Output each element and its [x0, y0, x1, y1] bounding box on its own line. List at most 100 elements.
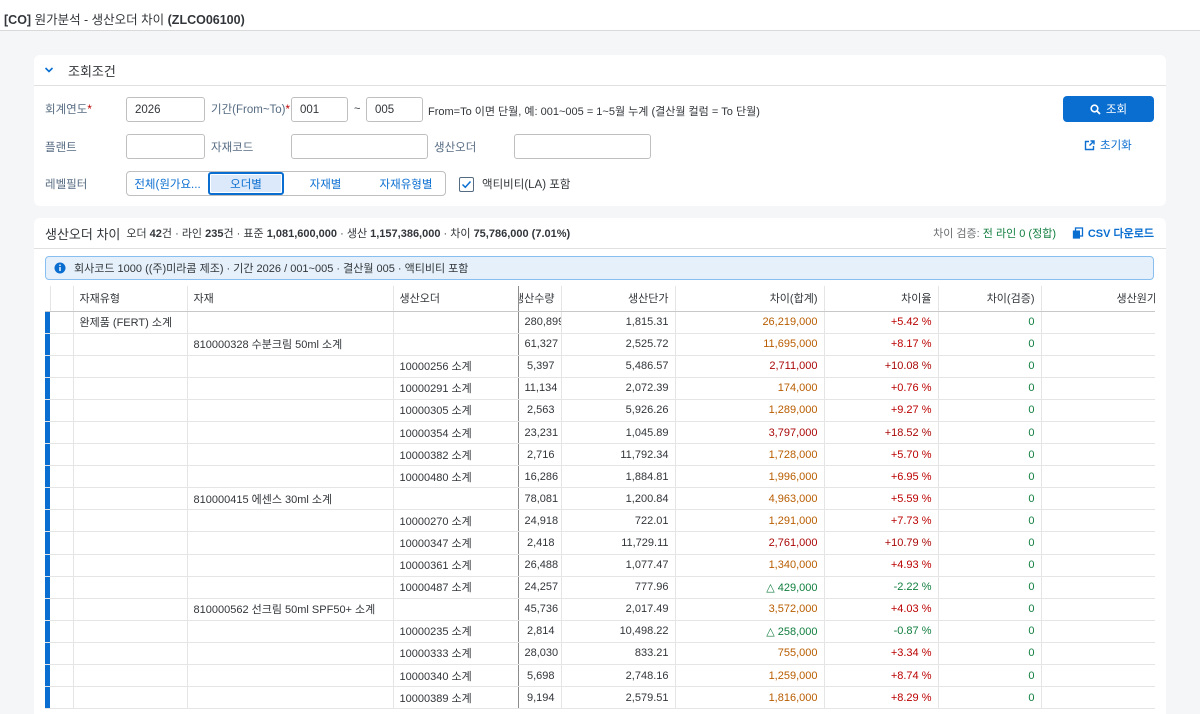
activity-checkbox[interactable]: 액티비티(LA) 포함 — [459, 176, 570, 192]
cell-variance-check: 0 — [938, 664, 1042, 688]
column-header-material-type[interactable]: 자재유형 — [73, 286, 188, 312]
cell-variance-rate: +5.59 % — [824, 487, 939, 511]
table-row[interactable]: 10000270 소계 24,918 722.01 1,291,000 +7.73 % 0… — [45, 509, 1155, 533]
period-to-input[interactable] — [366, 97, 423, 122]
table-row[interactable]: 810000415 에센스 30ml 소계 78,081 1,200.84 4,963… — [45, 487, 1155, 511]
search-icon — [1090, 103, 1101, 115]
production-order-input[interactable] — [514, 134, 651, 159]
cell-quantity: 11,134 — [518, 377, 562, 400]
cell-variance-rate: +8.17 % — [824, 333, 939, 356]
column-header-variance-check[interactable]: 차이(검증) — [938, 286, 1042, 312]
table-row[interactable]: 10000347 소계 2,418 11,729.11 2,761,000 +10.79… — [45, 531, 1155, 555]
reset-icon — [1084, 139, 1095, 150]
level-option-order[interactable]: 오더별 — [208, 172, 284, 195]
table-row[interactable]: 완제품 (FERT) 소계 280,899 1,815.31 26,219,000 +5… — [45, 311, 1155, 334]
plant-input[interactable] — [126, 134, 205, 159]
column-header-variance-rate[interactable]: 차이율 — [824, 286, 939, 312]
cell-quantity: 2,418 — [518, 531, 562, 555]
cell-variance-total: 26,219,000 — [675, 311, 825, 334]
cell-unit-price: 1,884.81 — [561, 465, 676, 489]
column-header-production-cost[interactable]: 생산원가 — [1041, 286, 1155, 312]
cell-variance-rate: -0.87 % — [824, 620, 939, 643]
cell-variance-check: 0 — [938, 554, 1042, 577]
info-text: 회사코드 1000 ((주)미라콤 제조) · 기간 2026 / 001~00… — [74, 263, 469, 275]
level-option-all[interactable]: 전체(원가요... — [127, 172, 208, 195]
level-filter-segmented: 전체(원가요... 오더별 자재별 자재유형별 — [126, 171, 446, 196]
column-header-quantity[interactable]: 생산수량 — [518, 286, 562, 312]
cell-variance-total: 4,963,000 — [675, 487, 825, 511]
table-row[interactable]: 10000333 소계28,030833.21755,000+3.34 %05 — [45, 642, 1155, 666]
level-option-material-type[interactable]: 자재유형별 — [367, 172, 445, 195]
fiscal-year-label: 회계연도* — [45, 104, 92, 116]
column-header-variance-total[interactable]: 차이(합계) — [675, 286, 825, 312]
table-row[interactable]: 10000487 소계 24,257 777.96 △ 429,000 -2.22 % 0… — [45, 576, 1155, 599]
material-code-input[interactable] — [291, 134, 428, 159]
cell-variance-check: 0 — [938, 377, 1042, 400]
table-row[interactable]: 10000256 소계 5,397 5,486.57 2,711,000 +10.08 … — [45, 355, 1155, 378]
cell-order: 10000333 소계 — [393, 642, 519, 666]
cell-quantity: 2,814 — [518, 620, 562, 643]
table-row[interactable]: 810000562 선크림 50ml SPF50+ 소계 45,736 2,017.… — [45, 598, 1155, 621]
table-row[interactable]: 10000389 소계 9,194 2,579.51 1,816,000 +8.29 %… — [45, 686, 1155, 710]
csv-download-button[interactable]: CSV 다운로드 — [1072, 225, 1154, 241]
cell-production-cost: 4 — [1041, 399, 1155, 422]
cell-variance-rate: +4.03 % — [824, 598, 939, 621]
cell-variance-check: 0 — [938, 642, 1042, 666]
production-order-label: 생산오더 — [434, 142, 477, 154]
cell-order: 10000291 소계 — [393, 377, 519, 400]
table-row[interactable]: 10000480 소계 16,286 1,884.81 1,996,000 +6.95 … — [45, 465, 1155, 489]
info-strip: 회사코드 1000 ((주)미라콤 제조) · 기간 2026 / 001~00… — [45, 256, 1154, 280]
filter-panel-header[interactable]: 조회조건 — [34, 55, 1166, 86]
cell-variance-check: 0 — [938, 333, 1042, 356]
cell-variance-total: △ 429,000 — [675, 576, 825, 599]
cell-quantity: 28,030 — [518, 642, 562, 666]
cell-unit-price: 777.96 — [561, 576, 676, 599]
cell-unit-price: 833.21 — [561, 642, 676, 666]
cell-material-type — [73, 421, 188, 445]
variance-verification: 차이 검증: 전 라인 0 (정합) — [933, 228, 1056, 240]
column-header-order[interactable]: 생산오더 — [393, 286, 519, 312]
column-header-unit-price[interactable]: 생산단가 — [561, 286, 676, 312]
cell-production-cost: 6 — [1041, 686, 1155, 710]
reset-button[interactable]: 초기화 — [1084, 137, 1132, 153]
cell-variance-rate: +5.42 % — [824, 311, 939, 334]
cell-material-type — [73, 443, 188, 467]
cell-order: 10000354 소계 — [393, 421, 519, 445]
table-row[interactable]: 10000305 소계 2,563 5,926.26 1,289,000 +9.27 %… — [45, 399, 1155, 422]
cell-variance-check: 0 — [938, 576, 1042, 599]
period-from-input[interactable] — [291, 97, 348, 122]
cell-variance-check: 0 — [938, 443, 1042, 467]
cell-order: 10000389 소계 — [393, 686, 519, 710]
cell-variance-total: 1,289,000 — [675, 399, 825, 422]
table-row[interactable]: 10000382 소계 2,716 11,792.34 1,728,000 +5.70 … — [45, 443, 1155, 467]
cell-material — [187, 554, 394, 577]
row-select-cell — [50, 355, 74, 378]
cell-variance-check: 0 — [938, 509, 1042, 533]
fiscal-year-input[interactable] — [126, 97, 205, 122]
search-button[interactable]: 조회 — [1063, 96, 1154, 122]
table-row[interactable]: 10000354 소계 23,231 1,045.89 3,797,000 +18.52… — [45, 421, 1155, 445]
result-header: 생산오더 차이 오더 42건 · 라인 235건 · 표준 1,081,600,… — [34, 218, 1166, 249]
table-row[interactable]: 10000291 소계 11,134 2,072.39 174,000 +0.76 % 0… — [45, 377, 1155, 400]
filter-panel: 조회조건 회계연도* 기간(From~To)* ~ From=To 이면 단월,… — [34, 55, 1166, 206]
cell-variance-total: 174,000 — [675, 377, 825, 400]
cell-variance-total: 755,000 — [675, 642, 825, 666]
table-row[interactable]: 810000328 수분크림 50ml 소계 61,327 2,525.72 11,6… — [45, 333, 1155, 356]
cell-quantity: 23,231 — [518, 421, 562, 445]
chevron-down-icon[interactable] — [44, 65, 54, 75]
level-option-material[interactable]: 자재별 — [284, 172, 367, 195]
table-row[interactable]: 10000235 소계 2,814 10,498.22 △ 258,000 -0.87 … — [45, 620, 1155, 643]
column-header-material[interactable]: 자재 — [187, 286, 394, 312]
cell-order — [393, 487, 519, 511]
table-row[interactable]: 10000340 소계 5,698 2,748.16 1,259,000 +8.74 %… — [45, 664, 1155, 688]
cell-material-type — [73, 642, 188, 666]
checkbox-checked-icon[interactable] — [459, 176, 474, 192]
cell-variance-check: 0 — [938, 620, 1042, 643]
cell-order: 10000270 소계 — [393, 509, 519, 533]
cell-material — [187, 399, 394, 422]
cell-variance-rate: -2.22 % — [824, 576, 939, 599]
cell-production-cost: 22 — [1041, 598, 1155, 621]
row-select-cell — [50, 465, 74, 489]
cell-order: 10000361 소계 — [393, 554, 519, 577]
table-row[interactable]: 10000361 소계 26,488 1,077.47 1,340,000 +4.93 … — [45, 554, 1155, 577]
